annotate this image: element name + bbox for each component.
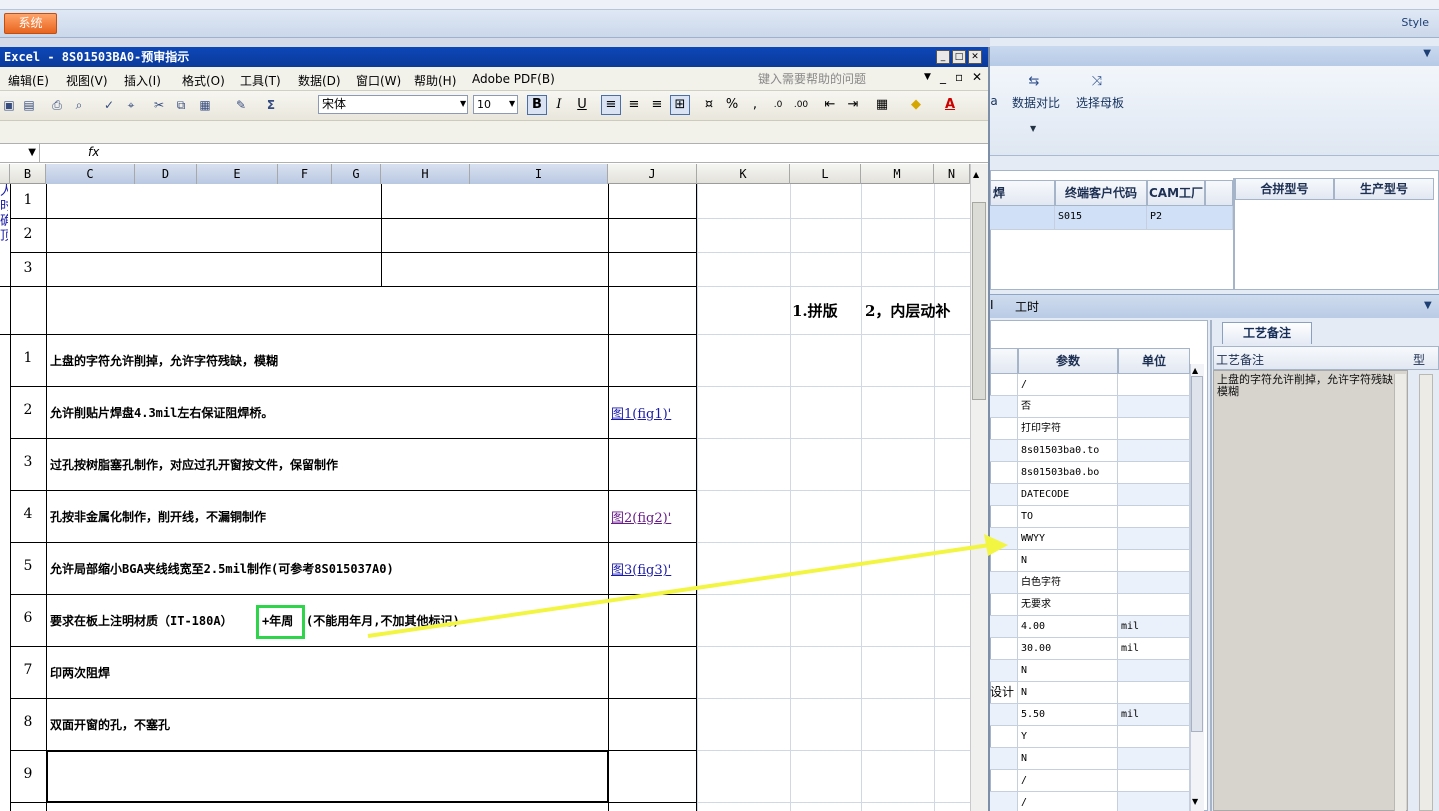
- arrow-line: [367, 543, 991, 638]
- arrow-head: [984, 534, 1008, 556]
- annotation-arrow: [367, 534, 1008, 638]
